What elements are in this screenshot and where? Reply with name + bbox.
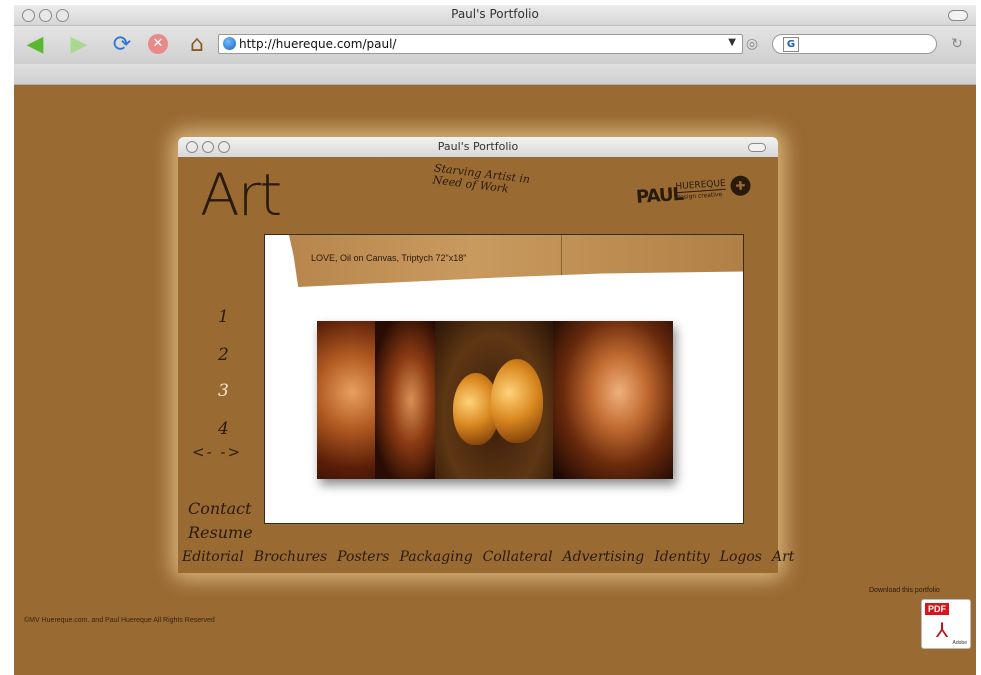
browser-toolbar: ◀ ▶ ⟳ ✕ ⌂ http://huereque.com/paul/ ▼ ◎ … [14, 26, 976, 64]
category-advertising[interactable]: Advertising [563, 549, 645, 565]
category-logos[interactable]: Logos [720, 549, 762, 565]
triptych-panel-left [317, 321, 435, 479]
google-icon[interactable]: G [783, 37, 799, 52]
pear-right [491, 359, 543, 443]
category-editorial[interactable]: Editorial [182, 549, 244, 565]
search-field[interactable]: G [772, 34, 937, 54]
back-icon[interactable]: ◀ [22, 32, 48, 57]
download-portfolio-link[interactable]: Download this portfolio [869, 587, 940, 594]
triptych-panel-center [435, 321, 553, 479]
page-link-1[interactable]: 1 [218, 307, 229, 327]
snapback-icon[interactable]: ↻ [944, 32, 970, 56]
category-packaging[interactable]: Packaging [399, 549, 472, 565]
prev-next-arrows[interactable]: <- -> [192, 443, 242, 461]
tape-seam [561, 235, 562, 275]
rss-icon[interactable]: ◎ [744, 32, 760, 56]
category-collateral[interactable]: Collateral [483, 549, 553, 565]
acrobat-icon: ⅄ [936, 618, 949, 642]
category-nav: Editorial Brochures Posters Packaging Co… [182, 549, 794, 565]
page-link-3[interactable]: 3 [218, 381, 229, 401]
logo-mark-icon: ✚ [729, 175, 752, 197]
forward-icon[interactable]: ▶ [66, 32, 92, 57]
pdf-label: PDF [925, 603, 949, 615]
portfolio-body: Art Starving Artist in Need of Work PAUL… [178, 157, 794, 573]
adobe-label: Adobe [952, 640, 967, 646]
category-art[interactable]: Art [772, 549, 794, 565]
stop-icon[interactable]: ✕ [145, 32, 171, 56]
artwork-image[interactable] [317, 321, 673, 479]
page-content: Paul's Portfolio Art Starving Artist in … [14, 85, 976, 675]
url-text[interactable]: http://huereque.com/paul/ [239, 37, 396, 51]
category-posters[interactable]: Posters [337, 549, 389, 565]
resume-link[interactable]: Resume [188, 523, 253, 542]
artwork-frame: LOVE, Oil on Canvas, Triptych 72"x18" [264, 234, 744, 524]
portfolio-titlebar: Paul's Portfolio [178, 137, 778, 157]
globe-icon [223, 37, 236, 50]
portfolio-window-title: Paul's Portfolio [437, 140, 519, 153]
category-identity[interactable]: Identity [654, 549, 709, 565]
artwork-caption: LOVE, Oil on Canvas, Triptych 72"x18" [311, 253, 467, 263]
toolbar-toggle-button[interactable] [948, 10, 968, 21]
tagline: Starving Artist in Need of Work [431, 161, 531, 196]
section-heading: Art [200, 161, 282, 229]
reload-icon[interactable]: ⟳ [109, 32, 135, 57]
home-icon[interactable]: ⌂ [184, 32, 210, 57]
page-link-4[interactable]: 4 [218, 419, 229, 439]
bookmarks-bar [14, 64, 976, 85]
dropdown-icon[interactable]: ▼ [728, 37, 736, 48]
browser-titlebar: Paul's Portfolio [14, 5, 976, 26]
browser-window-title: Paul's Portfolio [451, 7, 539, 21]
contact-link[interactable]: Contact [188, 499, 252, 518]
triptych-panel-right [553, 321, 673, 479]
address-bar[interactable]: http://huereque.com/paul/ ▼ [218, 34, 743, 54]
category-brochures[interactable]: Brochures [254, 549, 327, 565]
copyright-text: ©MV Huereque.com. and Paul Huereque All … [24, 617, 215, 624]
portfolio-pill-icon [748, 143, 766, 152]
brand-logo[interactable]: PAUL HUEREQUE design creative ✚ [633, 173, 755, 215]
face-detail [375, 321, 435, 479]
page-link-2[interactable]: 2 [218, 345, 229, 365]
portfolio-window: Paul's Portfolio Art Starving Artist in … [178, 137, 794, 573]
pdf-download-button[interactable]: PDF ⅄ Adobe [921, 599, 971, 649]
